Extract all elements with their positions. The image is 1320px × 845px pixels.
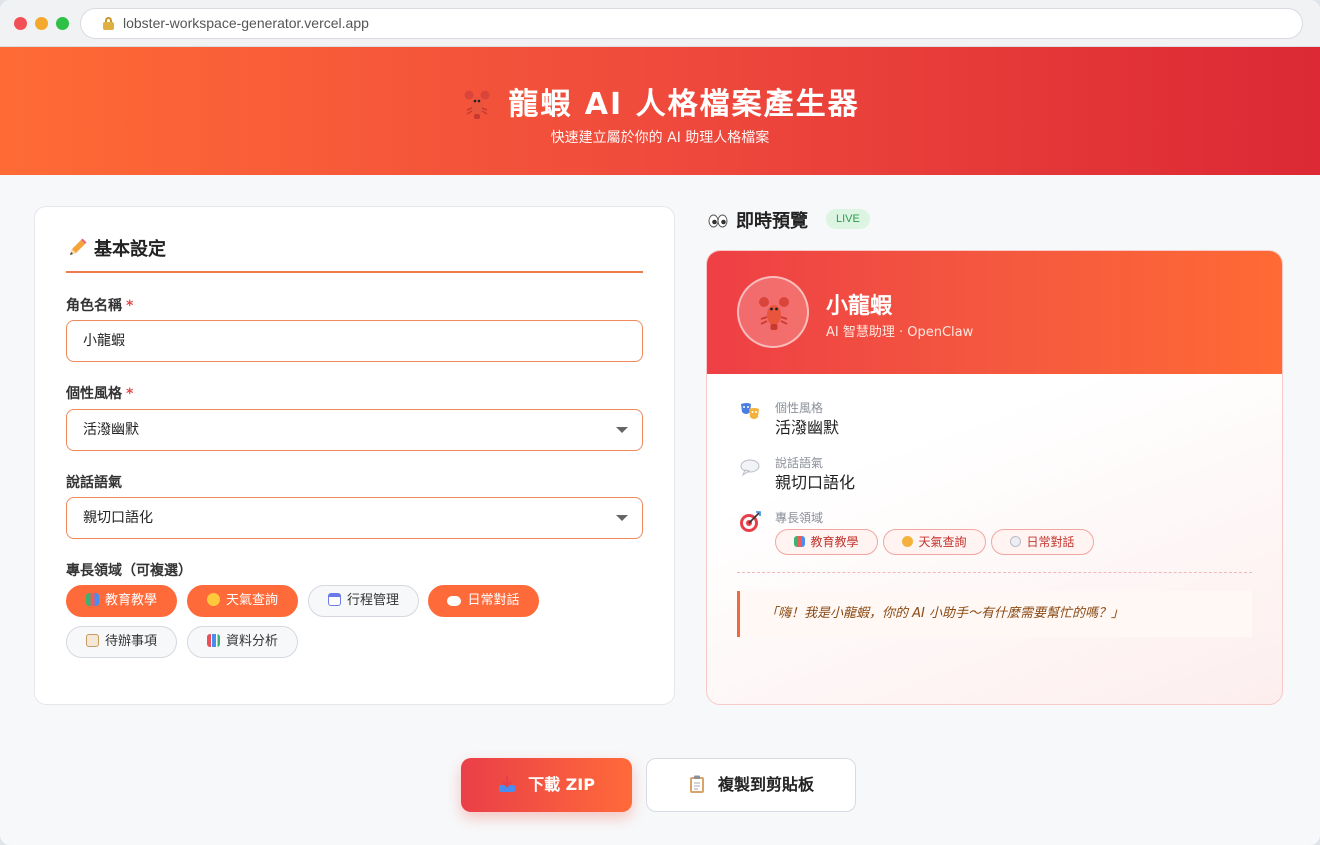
chip-label: 日常對話 — [467, 593, 520, 608]
tone-label: 說話語氣 — [66, 475, 122, 491]
name-input[interactable]: 小龍蝦 — [66, 320, 643, 362]
settings-card: 基本設定 角色名稱 * 小龍蝦 個性風格 * 活潑幽默 說話語氣 親切口語化 專長領… — [34, 206, 675, 705]
books-icon — [794, 536, 806, 547]
copy-to-clipboard-label: 複製到剪貼板 — [717, 775, 814, 794]
pencil-icon — [70, 238, 87, 255]
bar-chart-icon — [206, 634, 220, 647]
address-bar[interactable]: lobster-workspace-generator.vercel.app — [80, 8, 1303, 39]
personality-row-value: 活潑幽默 — [775, 418, 840, 437]
download-tray-icon — [499, 776, 516, 792]
expertise-chip-analytics[interactable]: 資料分析 — [187, 626, 298, 658]
preview-card-header: 小龍蝦 AI 智慧助理 · OpenClaw — [707, 251, 1282, 374]
lobster-icon — [464, 90, 490, 119]
expertise-chip-conversation[interactable]: 日常對話 — [428, 585, 539, 617]
name-label-text: 角色名稱 — [66, 298, 122, 314]
name-label: 角色名稱 * — [66, 295, 133, 315]
persona-name: 小龍蝦 — [826, 294, 893, 319]
browser-toolbar: lobster-workspace-generator.vercel.app — [0, 0, 1320, 47]
preview-tag: 天氣查詢 — [883, 529, 986, 555]
copy-to-clipboard-button[interactable]: 複製到剪貼板 — [646, 758, 856, 812]
chip-label: 行程管理 — [346, 593, 399, 608]
persona-preview-card: 小龍蝦 AI 智慧助理 · OpenClaw 個性風格 活潑幽默 說話語氣 親切… — [706, 250, 1283, 705]
preview-tag-label: 教育教學 — [810, 535, 859, 549]
required-mark: * — [126, 298, 134, 314]
memo-icon — [85, 634, 99, 647]
download-zip-label: 下載 ZIP — [528, 775, 595, 794]
live-badge: LIVE — [826, 209, 870, 229]
theater-masks-icon — [741, 403, 759, 419]
app-window: lobster-workspace-generator.vercel.app 龍… — [0, 0, 1320, 845]
clipboard-icon — [689, 775, 704, 793]
download-zip-button[interactable]: 下載 ZIP — [461, 758, 632, 812]
preview-tag: 教育教學 — [775, 529, 878, 555]
books-icon — [85, 593, 99, 606]
preview-heading-text: 即時預覽 — [736, 211, 808, 232]
page-title-text: 龍蝦 AI 人格檔案產生器 — [508, 87, 860, 122]
personality-label-text: 個性風格 — [66, 386, 122, 402]
preview-tag-label: 日常對話 — [1026, 535, 1075, 549]
header-banner: 龍蝦 AI 人格檔案產生器 快速建立屬於你的 AI 助理人格檔案 — [0, 47, 1320, 175]
chevron-down-icon — [616, 515, 628, 521]
expertise-chip-todo[interactable]: 待辦事項 — [66, 626, 177, 658]
tone-selected-value: 親切口語化 — [83, 510, 153, 526]
personality-label: 個性風格 * — [66, 383, 133, 403]
speech-bubble-icon — [740, 459, 760, 477]
required-mark: * — [126, 386, 134, 402]
calendar-icon — [327, 593, 341, 606]
sun-icon — [902, 536, 914, 547]
speech-bubble-icon — [447, 596, 462, 606]
url-text[interactable]: lobster-workspace-generator.vercel.app — [123, 15, 369, 31]
preview-tag-label: 天氣查詢 — [918, 535, 967, 549]
personality-select[interactable]: 活潑幽默 — [66, 409, 643, 451]
maximize-window-button[interactable] — [56, 17, 69, 30]
settings-title-text: 基本設定 — [94, 239, 166, 260]
lobster-icon — [759, 297, 789, 330]
expertise-label: 專長領域（可複選） — [66, 563, 192, 579]
speech-bubble-icon — [1010, 536, 1022, 547]
personality-selected-value: 活潑幽默 — [83, 422, 139, 438]
preview-tag: 日常對話 — [991, 529, 1094, 555]
section-divider — [66, 271, 643, 273]
expertise-row-label: 專長領域 — [775, 511, 824, 525]
avatar — [737, 276, 809, 348]
chevron-down-icon — [616, 427, 628, 433]
minimize-window-button[interactable] — [35, 17, 48, 30]
chip-label: 天氣查詢 — [225, 593, 278, 608]
preview-heading: 即時預覽 — [708, 207, 808, 233]
close-window-button[interactable] — [14, 17, 27, 30]
tone-row-value: 親切口語化 — [775, 473, 856, 492]
chip-label: 資料分析 — [225, 634, 278, 649]
greeting-quote: 「嗨！我是小龍蝦，你的 AI 小助手～有什麼需要幫忙的嗎？」 — [737, 591, 1252, 637]
target-icon — [740, 511, 761, 532]
divider — [737, 572, 1252, 573]
sun-icon — [206, 593, 220, 606]
expertise-chip-weather[interactable]: 天氣查詢 — [187, 585, 298, 617]
settings-title: 基本設定 — [66, 235, 166, 261]
expertise-chip-schedule[interactable]: 行程管理 — [308, 585, 419, 617]
persona-subtitle: AI 智慧助理 · OpenClaw — [826, 325, 974, 340]
chip-label: 待辦事項 — [104, 634, 157, 649]
expertise-chip-education[interactable]: 教育教學 — [66, 585, 177, 617]
tone-select[interactable]: 親切口語化 — [66, 497, 643, 539]
lock-icon — [103, 17, 114, 30]
chip-label: 教育教學 — [104, 593, 157, 608]
page-subtitle: 快速建立屬於你的 AI 助理人格檔案 — [550, 130, 770, 146]
page-title: 龍蝦 AI 人格檔案產生器 — [0, 79, 1320, 123]
eyes-icon — [708, 214, 728, 228]
